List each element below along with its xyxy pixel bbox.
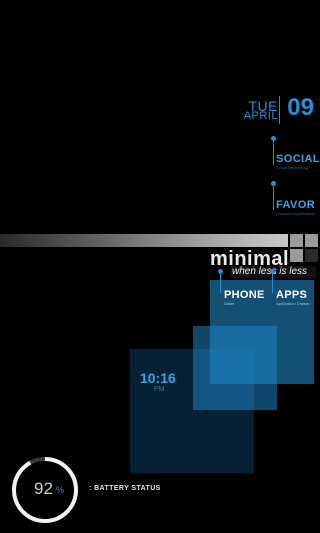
overlap-panel <box>193 326 277 410</box>
grid-square <box>290 234 303 247</box>
phone-connector-line <box>220 271 221 293</box>
apps-label: APPS <box>276 289 308 301</box>
battery-percent: 92 <box>34 479 53 498</box>
phone-shortcut[interactable]: PHONE Dialer <box>224 289 268 315</box>
favor-connector-line <box>273 183 274 210</box>
apps-connector-dot <box>270 269 275 274</box>
social-shortcut[interactable]: SOCIAL Social Networking <box>276 153 320 175</box>
apps-shortcut[interactable]: APPS Application Drawer <box>276 289 320 315</box>
divider-bar <box>0 234 288 247</box>
apps-connector-line <box>272 271 273 293</box>
social-sublabel: Social Networking <box>276 165 309 170</box>
grid-square <box>305 249 318 262</box>
date-divider <box>279 96 280 124</box>
social-label: SOCIAL <box>276 153 320 165</box>
social-connector-line <box>273 138 274 165</box>
phone-sublabel: Dialer <box>224 301 235 306</box>
date-widget[interactable]: TUE APRIL 09 <box>234 94 314 128</box>
clock-ampm: PM <box>154 386 165 393</box>
battery-percent-sign: % <box>56 485 65 495</box>
apps-sublabel: Application Drawer <box>276 301 310 306</box>
favor-connector-dot <box>271 181 276 186</box>
favor-label: FAVOR <box>276 199 316 211</box>
clock-time[interactable]: 10:16 <box>140 370 176 386</box>
phone-label: PHONE <box>224 289 265 301</box>
day-number: 09 <box>287 94 314 121</box>
grid-square <box>290 249 303 262</box>
grid-square <box>305 234 318 247</box>
month-label: APRIL <box>243 110 278 122</box>
favor-sublabel: Favourite Applications <box>276 211 316 216</box>
social-connector-dot <box>271 136 276 141</box>
battery-status-label: : BATTERY STATUS <box>89 485 161 492</box>
favor-shortcut[interactable]: FAVOR Favourite Applications <box>276 199 320 221</box>
phone-connector-dot <box>218 269 223 274</box>
